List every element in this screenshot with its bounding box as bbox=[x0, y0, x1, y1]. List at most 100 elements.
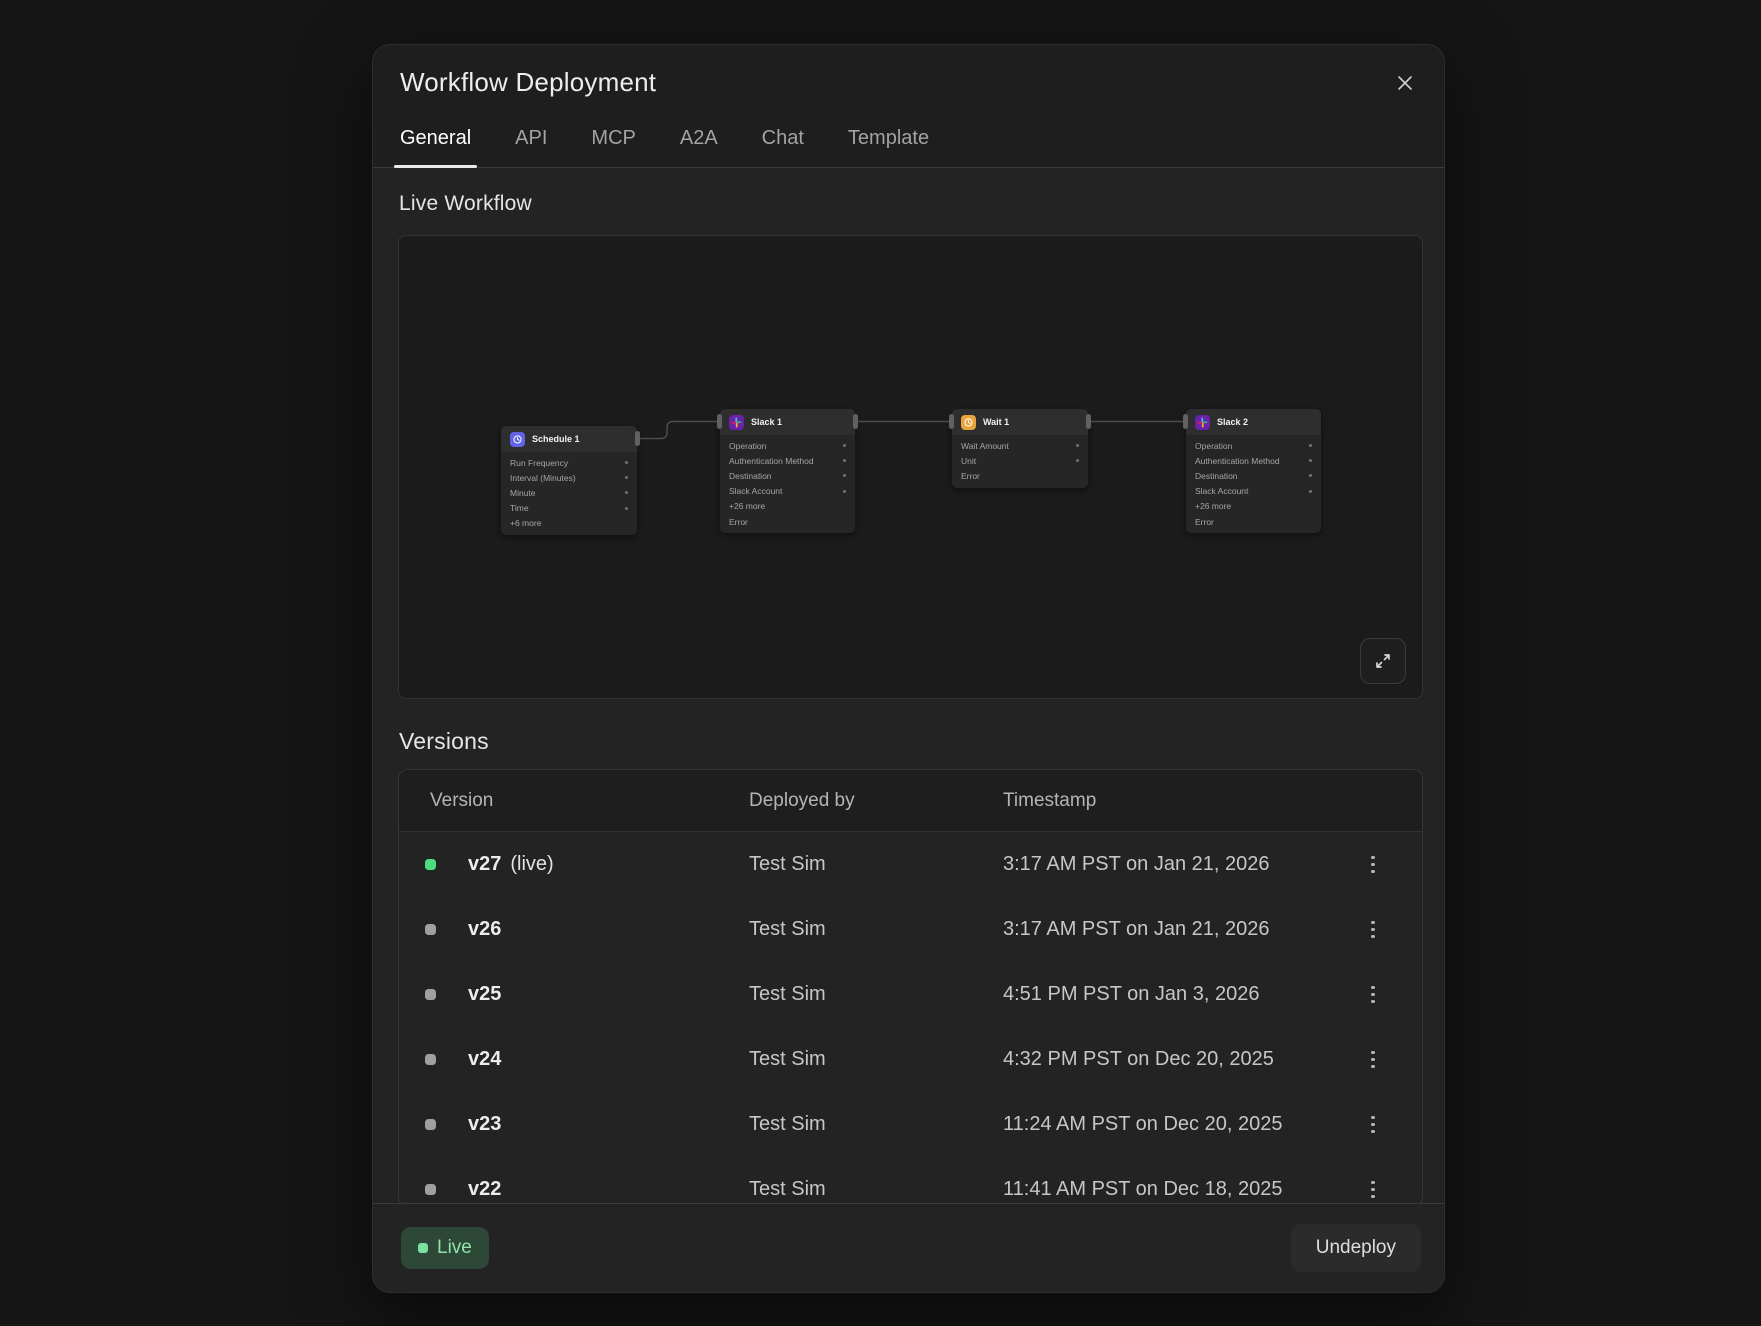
workflow-node-slack-2[interactable]: Slack 2 Operation Authentication Method … bbox=[1186, 409, 1321, 533]
node-header: Schedule 1 bbox=[501, 426, 637, 452]
row-menu-button[interactable] bbox=[1352, 1039, 1394, 1081]
node-field: Authentication Method bbox=[720, 453, 855, 468]
row-menu-button[interactable] bbox=[1352, 1169, 1394, 1204]
column-header-deployed-by: Deployed by bbox=[749, 790, 1003, 812]
input-port bbox=[1183, 414, 1188, 429]
deployed-by: Test Sim bbox=[749, 983, 1003, 1006]
row-menu-button[interactable] bbox=[1352, 974, 1394, 1016]
version-label: v26 bbox=[468, 918, 749, 941]
table-row[interactable]: v27(live) Test Sim 3:17 AM PST on Jan 21… bbox=[399, 832, 1422, 897]
field-dot-icon bbox=[1309, 474, 1312, 477]
field-dot-icon bbox=[843, 474, 846, 477]
version-label: v25 bbox=[468, 983, 749, 1006]
kebab-icon bbox=[1371, 1051, 1375, 1055]
node-field: Run Frequency bbox=[501, 455, 637, 470]
row-menu-button[interactable] bbox=[1352, 1104, 1394, 1146]
node-field: Wait Amount bbox=[952, 438, 1088, 453]
node-header: Slack 2 bbox=[1186, 409, 1321, 435]
deployed-by: Test Sim bbox=[749, 918, 1003, 941]
output-port bbox=[1086, 414, 1091, 429]
table-row[interactable]: v25 Test Sim 4:51 PM PST on Jan 3, 2026 bbox=[399, 962, 1422, 1027]
node-field: Slack Account bbox=[720, 484, 855, 499]
workflow-node-wait-1[interactable]: Wait 1 Wait Amount Unit Error bbox=[952, 409, 1088, 488]
field-dot-icon bbox=[843, 444, 846, 447]
kebab-icon bbox=[1371, 1116, 1375, 1120]
field-dot-icon bbox=[625, 491, 628, 494]
node-error-field: Error bbox=[1186, 514, 1321, 529]
column-header-timestamp: Timestamp bbox=[1003, 790, 1394, 812]
output-port bbox=[853, 414, 858, 429]
versions-table: Version Deployed by Timestamp v27(live) … bbox=[398, 769, 1423, 1203]
workflow-node-schedule-1[interactable]: Schedule 1 Run Frequency Interval (Minut… bbox=[501, 426, 637, 535]
kebab-icon bbox=[1371, 986, 1375, 990]
version-status-dot bbox=[425, 1184, 436, 1195]
version-status-dot bbox=[425, 924, 436, 935]
node-field: Destination bbox=[720, 468, 855, 483]
slack-icon bbox=[729, 415, 744, 430]
version-status-dot bbox=[425, 989, 436, 1000]
tab-template[interactable]: Template bbox=[848, 126, 929, 167]
input-port bbox=[717, 414, 722, 429]
node-field: Interval (Minutes) bbox=[501, 470, 637, 485]
node-field: Unit bbox=[952, 453, 1088, 468]
deployed-by: Test Sim bbox=[749, 1178, 1003, 1201]
timestamp: 3:17 AM PST on Jan 21, 2026 bbox=[1003, 918, 1352, 941]
field-dot-icon bbox=[625, 476, 628, 479]
node-more-fields: +26 more bbox=[720, 499, 855, 514]
input-port bbox=[949, 414, 954, 429]
tab-general[interactable]: General bbox=[400, 126, 471, 167]
table-header-row: Version Deployed by Timestamp bbox=[399, 770, 1422, 832]
node-field: Slack Account bbox=[1186, 484, 1321, 499]
close-icon bbox=[1395, 73, 1415, 93]
node-error-field: Error bbox=[952, 468, 1088, 483]
node-field: Operation bbox=[720, 438, 855, 453]
live-dot-icon bbox=[418, 1243, 428, 1253]
version-status-dot bbox=[425, 859, 436, 870]
row-menu-button[interactable] bbox=[1352, 909, 1394, 951]
tab-chat[interactable]: Chat bbox=[762, 126, 804, 167]
table-row[interactable]: v22 Test Sim 11:41 AM PST on Dec 18, 202… bbox=[399, 1157, 1422, 1203]
modal-content: Live Workflow Schedule 1 Run Frequency bbox=[373, 168, 1444, 1203]
timestamp: 11:41 AM PST on Dec 18, 2025 bbox=[1003, 1178, 1352, 1201]
table-row[interactable]: v23 Test Sim 11:24 AM PST on Dec 20, 202… bbox=[399, 1092, 1422, 1157]
workflow-deployment-modal: Workflow Deployment General API MCP A2A … bbox=[372, 44, 1445, 1293]
version-label: v27(live) bbox=[468, 853, 749, 876]
version-label: v22 bbox=[468, 1178, 749, 1201]
expand-preview-button[interactable] bbox=[1360, 638, 1406, 684]
timestamp: 11:24 AM PST on Dec 20, 2025 bbox=[1003, 1113, 1352, 1136]
expand-icon bbox=[1373, 651, 1393, 671]
timestamp: 3:17 AM PST on Jan 21, 2026 bbox=[1003, 853, 1352, 876]
node-field: Time bbox=[501, 501, 637, 516]
field-dot-icon bbox=[1309, 459, 1312, 462]
field-dot-icon bbox=[1309, 490, 1312, 493]
tab-api[interactable]: API bbox=[515, 126, 547, 167]
close-button[interactable] bbox=[1388, 66, 1422, 100]
field-dot-icon bbox=[1309, 444, 1312, 447]
node-field: Authentication Method bbox=[1186, 453, 1321, 468]
node-more-fields: +6 more bbox=[501, 516, 637, 531]
tab-mcp[interactable]: MCP bbox=[591, 126, 635, 167]
tab-a2a[interactable]: A2A bbox=[680, 126, 718, 167]
undeploy-button[interactable]: Undeploy bbox=[1291, 1224, 1421, 1272]
node-error-field: Error bbox=[720, 514, 855, 529]
node-field: Destination bbox=[1186, 468, 1321, 483]
workflow-node-slack-1[interactable]: Slack 1 Operation Authentication Method … bbox=[720, 409, 855, 533]
page-title: Workflow Deployment bbox=[400, 67, 656, 98]
node-title: Schedule 1 bbox=[532, 434, 580, 444]
node-body: Operation Authentication Method Destinat… bbox=[720, 435, 855, 533]
table-row[interactable]: v26 Test Sim 3:17 AM PST on Jan 21, 2026 bbox=[399, 897, 1422, 962]
row-menu-button[interactable] bbox=[1352, 844, 1394, 886]
node-body: Wait Amount Unit Error bbox=[952, 435, 1088, 488]
versions-heading: Versions bbox=[399, 728, 489, 755]
node-title: Slack 1 bbox=[751, 417, 782, 427]
node-body: Run Frequency Interval (Minutes) Minute … bbox=[501, 452, 637, 535]
table-row[interactable]: v24 Test Sim 4:32 PM PST on Dec 20, 2025 bbox=[399, 1027, 1422, 1092]
status-badge: Live bbox=[401, 1227, 489, 1269]
workflow-preview-canvas[interactable]: Schedule 1 Run Frequency Interval (Minut… bbox=[398, 235, 1423, 699]
node-field: Operation bbox=[1186, 438, 1321, 453]
field-dot-icon bbox=[1076, 459, 1079, 462]
deployed-by: Test Sim bbox=[749, 1113, 1003, 1136]
schedule-clock-icon bbox=[510, 432, 525, 447]
field-dot-icon bbox=[1076, 444, 1079, 447]
wait-clock-icon bbox=[961, 415, 976, 430]
